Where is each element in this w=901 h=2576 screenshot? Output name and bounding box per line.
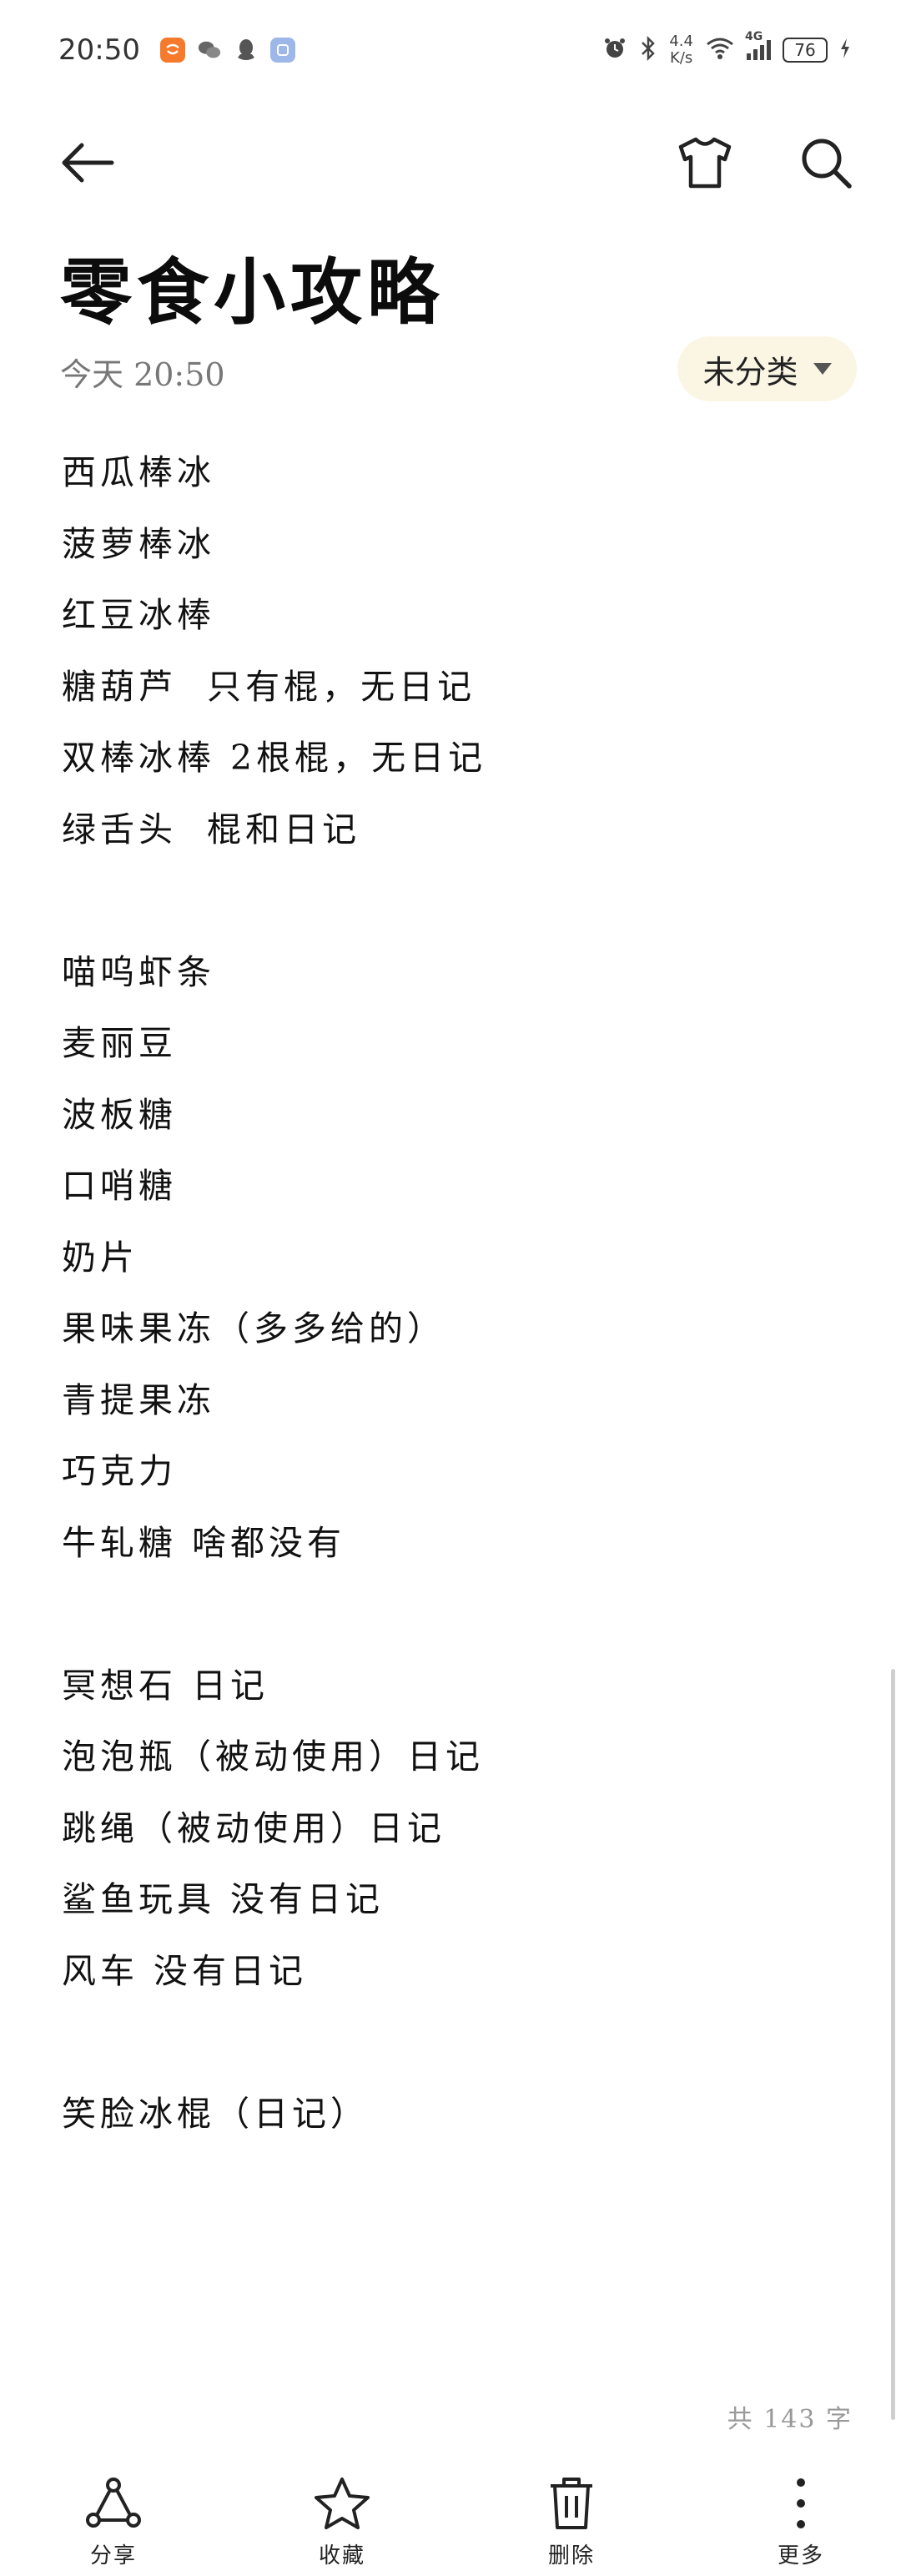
search-icon <box>802 139 852 189</box>
more-button[interactable]: 更多 <box>717 2470 884 2576</box>
note-line: 绿舌头 棍和日记 <box>62 809 361 849</box>
more-label: 更多 <box>777 2543 824 2568</box>
charging-icon <box>839 37 851 63</box>
taobao-icon <box>159 38 185 63</box>
signal-icon: 4G <box>745 30 771 60</box>
wechat-icon <box>197 38 222 63</box>
note-line: 口哨糖 <box>62 1166 177 1206</box>
favorite-button[interactable]: 收藏 <box>259 2470 425 2576</box>
back-button[interactable] <box>50 125 125 200</box>
note-line: 糖葫芦 只有棍，无日记 <box>62 666 476 707</box>
note-line: 奶片 <box>62 1237 138 1278</box>
note-line: 波板糖 <box>62 1094 177 1135</box>
note-line: 菠萝棒冰 <box>62 523 215 564</box>
bottom-action-bar: 分享 收藏 删除 更多 <box>0 2470 901 2576</box>
network-type: 4G <box>745 30 763 43</box>
category-selector[interactable]: 未分类 <box>677 336 857 401</box>
qq-icon <box>234 38 259 63</box>
net-speed: 4.4 K/s <box>669 33 693 67</box>
word-count: 共 143 字 <box>727 2405 853 2434</box>
search-button[interactable] <box>788 125 863 200</box>
theme-button[interactable] <box>667 125 742 200</box>
trash-icon <box>551 2478 592 2529</box>
battery-icon: 76 <box>783 38 828 63</box>
bluetooth-icon <box>639 35 657 65</box>
note-line: 红豆冰棒 <box>62 595 215 635</box>
note-line <box>62 2017 829 2089</box>
category-label: 未分类 <box>702 353 798 391</box>
app-icon <box>269 38 295 63</box>
status-bar: 20:50 4.4 K/s 4G 76 <box>0 0 901 100</box>
dropdown-triangle-icon <box>813 363 832 375</box>
note-line: 鲨鱼玩具 没有日记 <box>62 1879 385 1919</box>
note-line: 喵呜虾条 <box>62 951 215 992</box>
wifi-icon <box>705 36 735 64</box>
back-arrow-icon <box>62 143 114 183</box>
share-icon <box>86 2478 141 2528</box>
note-line: 冥想石 日记 <box>62 1665 269 1706</box>
note-line: 跳绳（被动使用）日记 <box>62 1807 445 1848</box>
note-body[interactable]: 西瓜棒冰 菠萝棒冰 红豆冰棒 糖葫芦 只有棍，无日记 双棒冰棒 2根棍，无日记 … <box>62 447 829 2160</box>
tshirt-icon <box>678 137 732 189</box>
note-line: 双棒冰棒 2根棍，无日记 <box>62 738 487 778</box>
note-line: 巧克力 <box>62 1451 177 1491</box>
note-detail-screen: 20:50 4.4 K/s 4G 76 零食小攻略 今天 20:50 未分类 西… <box>0 0 901 2576</box>
status-bar-right: 4.4 K/s 4G 76 <box>602 30 851 67</box>
scrollbar[interactable] <box>891 1669 895 2420</box>
status-time: 20:50 <box>58 33 140 67</box>
share-button[interactable]: 分享 <box>30 2470 197 2576</box>
note-line: 麦丽豆 <box>62 1023 177 1063</box>
note-line: 青提果冻 <box>62 1379 215 1420</box>
note-line <box>62 1589 829 1661</box>
note-date: 今天 20:50 <box>60 356 225 393</box>
note-line: 笑脸冰棍（日记） <box>62 2093 369 2134</box>
status-bar-left: 20:50 <box>58 33 295 67</box>
delete-button[interactable]: 删除 <box>488 2470 655 2576</box>
net-speed-unit: K/s <box>670 49 693 67</box>
net-speed-value: 4.4 <box>669 33 693 50</box>
note-title[interactable]: 零食小攻略 <box>60 234 444 338</box>
note-line <box>62 875 829 947</box>
note-line: 风车 没有日记 <box>62 1950 308 1991</box>
battery-level: 76 <box>794 40 816 60</box>
note-line: 泡泡瓶（被动使用）日记 <box>62 1737 484 1777</box>
note-line: 西瓜棒冰 <box>62 452 215 492</box>
note-line: 牛轧糖 啥都没有 <box>62 1522 346 1563</box>
more-vertical-icon <box>797 2478 805 2528</box>
favorite-label: 收藏 <box>318 2543 365 2568</box>
star-icon <box>315 2478 370 2529</box>
alarm-icon <box>602 36 627 64</box>
top-toolbar <box>0 117 901 209</box>
delete-label: 删除 <box>547 2543 595 2568</box>
note-line: 果味果冻（多多给的） <box>62 1308 445 1348</box>
share-label: 分享 <box>89 2543 137 2568</box>
